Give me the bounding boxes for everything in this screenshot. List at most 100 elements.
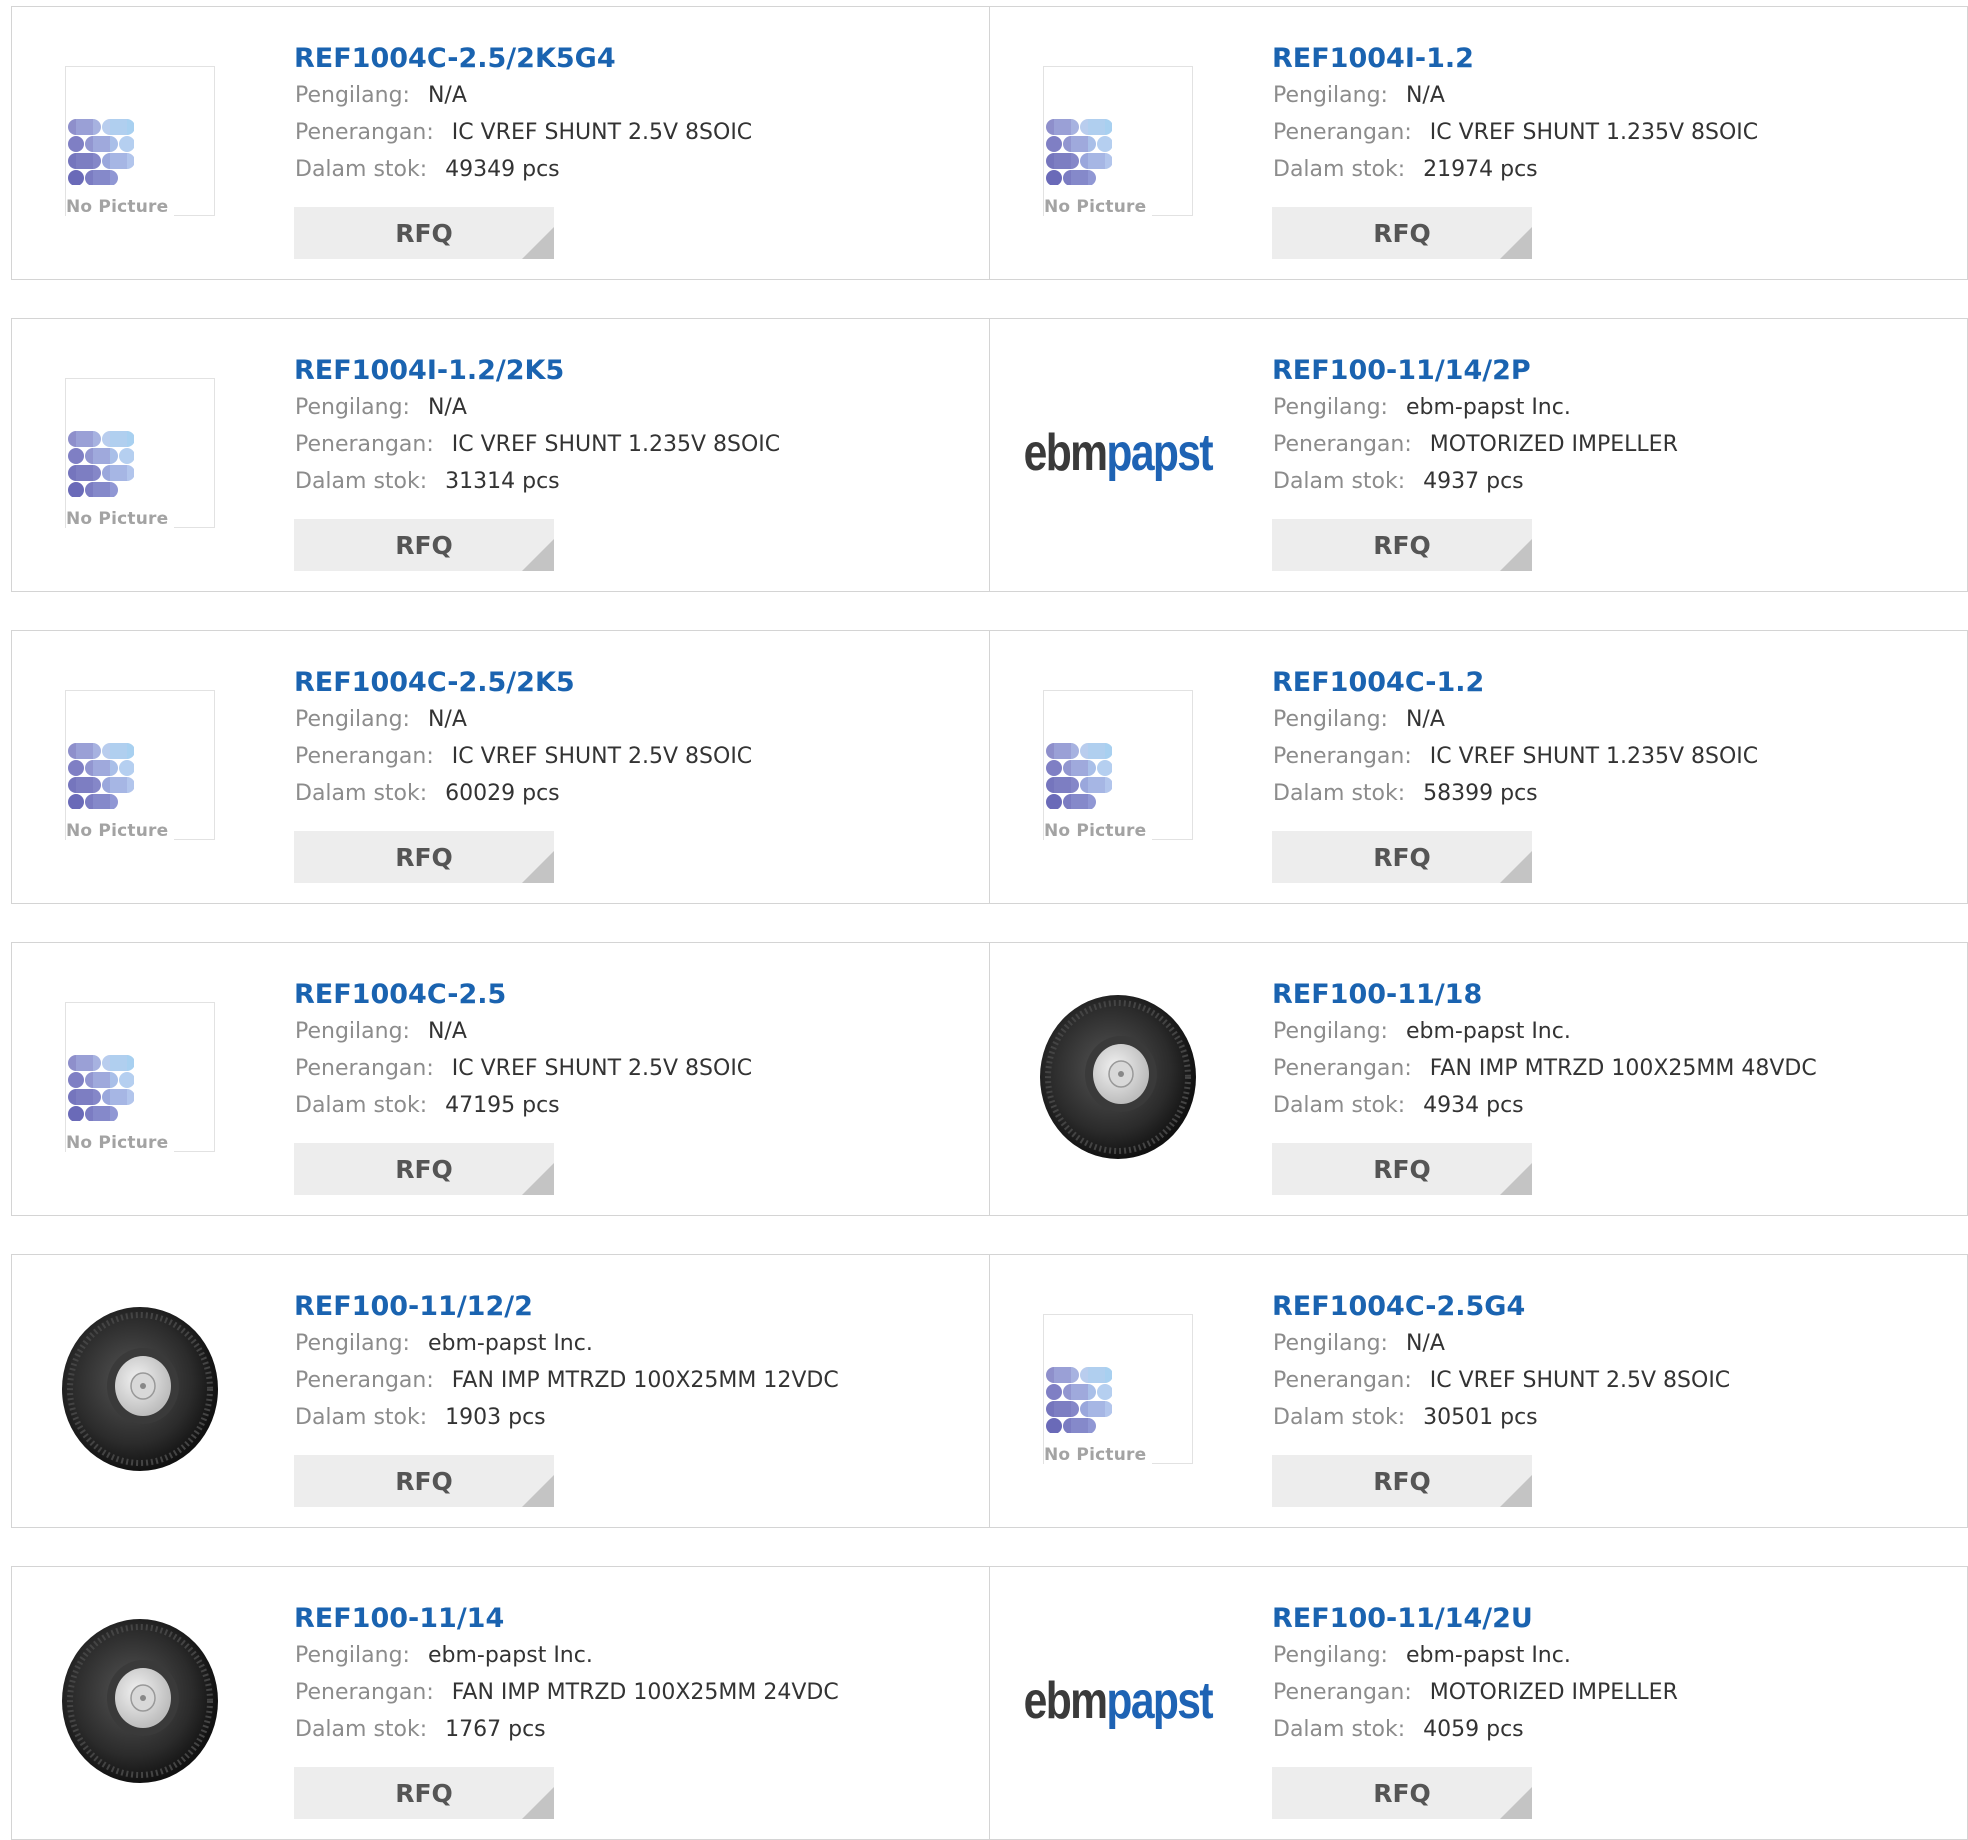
product-title-link[interactable]: REF1004C-2.5/2K5 <box>294 665 752 701</box>
rfq-button[interactable]: RFQ <box>1272 519 1532 571</box>
product-thumbnail[interactable]: ebmpapst <box>1018 1601 1218 1801</box>
product-card: REF100-11/18 Pengilang: ebm-papst Inc. Pe… <box>989 942 1968 1216</box>
no-picture-label: No Picture <box>66 1133 175 1153</box>
stock-row: Dalam stok: 1903 pcs <box>295 1399 839 1436</box>
product-thumbnail[interactable]: No Picture <box>40 977 240 1177</box>
rfq-label: RFQ <box>395 1466 453 1496</box>
product-info: REF100-11/18 Pengilang: ebm-papst Inc. Pe… <box>1272 977 1817 1124</box>
product-title-link[interactable]: REF100-11/14 <box>294 1601 839 1637</box>
stock-row: Dalam stok: 47195 pcs <box>295 1087 752 1124</box>
product-card: No Picture REF1004C-2.5/2K5 Pengilang: N/… <box>11 630 990 904</box>
manufacturer-label: Pengilang: <box>295 83 410 108</box>
manufacturer-row: Pengilang: ebm-papst Inc. <box>295 1637 839 1674</box>
manufacturer-value: N/A <box>427 395 467 420</box>
manufacturer-label: Pengilang: <box>1273 395 1388 420</box>
rfq-button[interactable]: RFQ <box>1272 831 1532 883</box>
description-row: Penerangan: FAN IMP MTRZD 100X25MM 24VDC <box>295 1674 839 1711</box>
stock-label: Dalam stok: <box>295 157 428 182</box>
product-thumbnail[interactable]: No Picture <box>1018 665 1218 865</box>
rfq-label: RFQ <box>1373 218 1431 248</box>
corner-triangle-icon <box>1500 1787 1532 1819</box>
manufacturer-row: Pengilang: N/A <box>295 389 780 426</box>
product-thumbnail[interactable]: ebmpapst <box>1018 353 1218 553</box>
product-thumbnail[interactable]: No Picture <box>1018 1289 1218 1489</box>
product-thumbnail[interactable]: No Picture <box>40 353 240 553</box>
stock-value: 21974 pcs <box>1423 157 1538 182</box>
rfq-button[interactable]: RFQ <box>1272 1767 1532 1819</box>
manufacturer-label: Pengilang: <box>1273 707 1388 732</box>
description-label: Penerangan: <box>295 432 434 457</box>
rfq-button[interactable]: RFQ <box>294 207 554 259</box>
product-card: No Picture REF1004C-1.2 Pengilang: N/A Pe… <box>989 630 1968 904</box>
stock-label: Dalam stok: <box>295 1093 428 1118</box>
product-card: No Picture REF1004I-1.2 Pengilang: N/A Pe… <box>989 6 1968 280</box>
description-row: Penerangan: IC VREF SHUNT 2.5V 8SOIC <box>295 114 752 151</box>
corner-triangle-icon <box>522 1787 554 1819</box>
product-title-link[interactable]: REF1004C-2.5G4 <box>1272 1289 1730 1325</box>
description-row: Penerangan: MOTORIZED IMPELLER <box>1273 426 1678 463</box>
manufacturer-value: N/A <box>427 707 467 732</box>
product-title-link[interactable]: REF100-11/14/2P <box>1272 353 1678 389</box>
product-title-link[interactable]: REF100-11/14/2U <box>1272 1601 1678 1637</box>
stock-value: 4059 pcs <box>1423 1717 1524 1742</box>
stock-row: Dalam stok: 30501 pcs <box>1273 1399 1730 1436</box>
product-title-link[interactable]: REF1004C-1.2 <box>1272 665 1758 701</box>
no-picture-icon <box>68 431 134 497</box>
product-title-link[interactable]: REF1004I-1.2/2K5 <box>294 353 780 389</box>
product-title-link[interactable]: REF1004C-2.5 <box>294 977 752 1013</box>
rfq-button[interactable]: RFQ <box>1272 1143 1532 1195</box>
product-thumbnail[interactable]: No Picture <box>40 41 240 241</box>
rfq-button[interactable]: RFQ <box>294 519 554 571</box>
product-info: REF1004C-1.2 Pengilang: N/A Penerangan: IC… <box>1272 665 1758 812</box>
description-label: Penerangan: <box>1273 1056 1412 1081</box>
rfq-label: RFQ <box>1373 1778 1431 1808</box>
product-thumbnail[interactable] <box>1018 977 1218 1177</box>
description-label: Penerangan: <box>1273 120 1412 145</box>
product-thumbnail[interactable]: No Picture <box>40 665 240 865</box>
rfq-button[interactable]: RFQ <box>1272 207 1532 259</box>
ebmpapst-logo: ebmpapst <box>1024 1671 1214 1731</box>
no-picture-icon <box>1046 119 1112 185</box>
manufacturer-label: Pengilang: <box>295 1331 410 1356</box>
product-card: No Picture REF1004C-2.5G4 Pengilang: N/A … <box>989 1254 1968 1528</box>
rfq-button[interactable]: RFQ <box>294 1143 554 1195</box>
rfq-label: RFQ <box>1373 1466 1431 1496</box>
stock-value: 31314 pcs <box>445 469 560 494</box>
product-info: REF1004C-2.5/2K5G4 Pengilang: N/A Peneran… <box>294 41 752 188</box>
stock-label: Dalam stok: <box>1273 1093 1406 1118</box>
product-card: No Picture REF1004I-1.2/2K5 Pengilang: N/… <box>11 318 990 592</box>
product-title-link[interactable]: REF1004C-2.5/2K5G4 <box>294 41 752 77</box>
product-title-link[interactable]: REF1004I-1.2 <box>1272 41 1758 77</box>
no-picture-icon <box>1046 743 1112 809</box>
rfq-label: RFQ <box>395 1154 453 1184</box>
corner-triangle-icon <box>522 227 554 259</box>
product-thumbnail[interactable]: No Picture <box>1018 41 1218 241</box>
manufacturer-label: Pengilang: <box>295 1643 410 1668</box>
manufacturer-value: N/A <box>1405 1331 1445 1356</box>
description-row: Penerangan: IC VREF SHUNT 1.235V 8SOIC <box>1273 114 1758 151</box>
rfq-button[interactable]: RFQ <box>294 831 554 883</box>
manufacturer-row: Pengilang: N/A <box>1273 77 1758 114</box>
rfq-button[interactable]: RFQ <box>1272 1455 1532 1507</box>
product-info: REF1004I-1.2 Pengilang: N/A Penerangan: IC… <box>1272 41 1758 188</box>
product-thumbnail[interactable] <box>40 1601 240 1801</box>
description-label: Penerangan: <box>1273 1368 1412 1393</box>
product-title-link[interactable]: REF100-11/12/2 <box>294 1289 839 1325</box>
description-label: Penerangan: <box>295 1368 434 1393</box>
description-value: IC VREF SHUNT 1.235V 8SOIC <box>1429 120 1759 145</box>
description-value: IC VREF SHUNT 2.5V 8SOIC <box>451 120 753 145</box>
manufacturer-row: Pengilang: N/A <box>295 1013 752 1050</box>
product-thumbnail[interactable] <box>40 1289 240 1489</box>
stock-label: Dalam stok: <box>1273 1717 1406 1742</box>
logo-part-dark: ebm <box>1023 424 1108 482</box>
rfq-button[interactable]: RFQ <box>294 1767 554 1819</box>
manufacturer-value: N/A <box>427 83 467 108</box>
product-info: REF1004C-2.5/2K5 Pengilang: N/A Peneranga… <box>294 665 752 812</box>
description-value: IC VREF SHUNT 2.5V 8SOIC <box>451 1056 753 1081</box>
product-title-link[interactable]: REF100-11/18 <box>1272 977 1817 1013</box>
rfq-label: RFQ <box>395 530 453 560</box>
rfq-button[interactable]: RFQ <box>294 1455 554 1507</box>
product-card: ebmpapst REF100-11/14/2P Pengilang: ebm-p… <box>989 318 1968 592</box>
stock-value: 1903 pcs <box>445 1405 546 1430</box>
stock-value: 1767 pcs <box>445 1717 546 1742</box>
